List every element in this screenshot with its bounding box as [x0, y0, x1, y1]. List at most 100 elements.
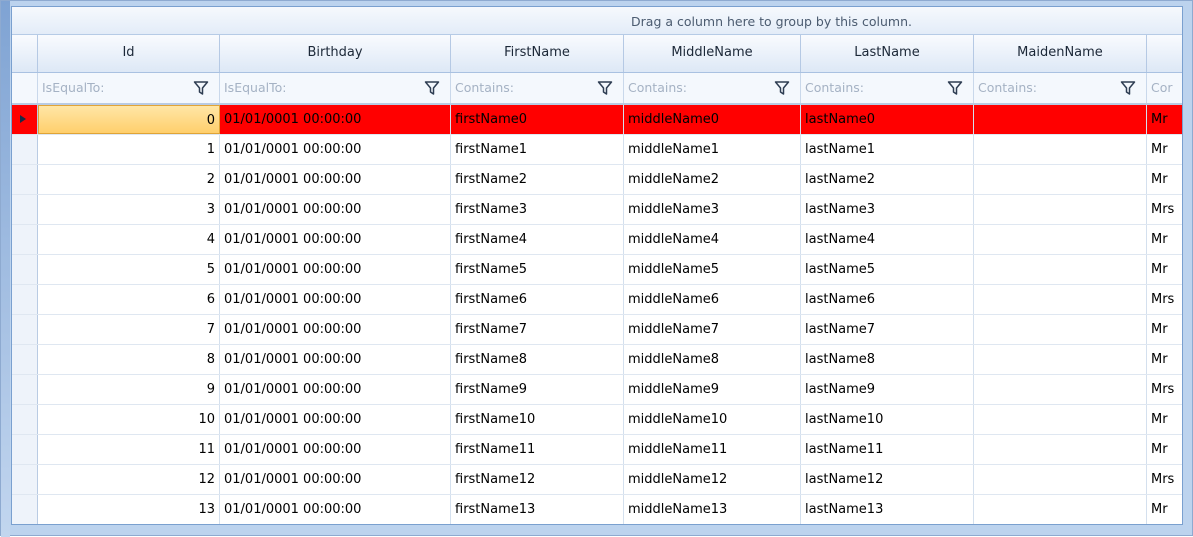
cell-id[interactable]: 12 — [38, 465, 220, 494]
cell-title[interactable]: Mr — [1147, 315, 1182, 344]
cell-id[interactable]: 8 — [38, 345, 220, 374]
cell-title[interactable]: Mr — [1147, 105, 1182, 134]
row-indicator[interactable] — [12, 465, 38, 494]
table-row[interactable]: 4 01/01/0001 00:00:00 firstName4 middleName… — [12, 225, 1182, 255]
cell-birthday[interactable]: 01/01/0001 00:00:00 — [220, 195, 451, 224]
cell-middlename[interactable]: middleName10 — [624, 405, 801, 434]
cell-id[interactable]: 5 — [38, 255, 220, 284]
cell-maidenname[interactable] — [974, 345, 1147, 374]
cell-lastname[interactable]: lastName2 — [801, 165, 974, 194]
cell-maidenname[interactable] — [974, 135, 1147, 164]
cell-lastname[interactable]: lastName7 — [801, 315, 974, 344]
cell-birthday[interactable]: 01/01/0001 00:00:00 — [220, 465, 451, 494]
cell-maidenname[interactable] — [974, 435, 1147, 464]
cell-birthday[interactable]: 01/01/0001 00:00:00 — [220, 285, 451, 314]
cell-firstname[interactable]: firstName5 — [451, 255, 624, 284]
cell-birthday[interactable]: 01/01/0001 00:00:00 — [220, 435, 451, 464]
group-by-panel[interactable]: Drag a column here to group by this colu… — [12, 7, 1182, 35]
cell-firstname[interactable]: firstName7 — [451, 315, 624, 344]
cell-middlename[interactable]: middleName3 — [624, 195, 801, 224]
table-row[interactable]: 0 01/01/0001 00:00:00 firstName0 middleName… — [12, 105, 1182, 135]
table-row[interactable]: 5 01/01/0001 00:00:00 firstName5 middleName… — [12, 255, 1182, 285]
row-indicator[interactable] — [12, 225, 38, 254]
cell-firstname[interactable]: firstName1 — [451, 135, 624, 164]
cell-middlename[interactable]: middleName8 — [624, 345, 801, 374]
cell-birthday[interactable]: 01/01/0001 00:00:00 — [220, 315, 451, 344]
cell-maidenname[interactable] — [974, 225, 1147, 254]
cell-lastname[interactable]: lastName12 — [801, 465, 974, 494]
cell-birthday[interactable]: 01/01/0001 00:00:00 — [220, 375, 451, 404]
cell-maidenname[interactable] — [974, 195, 1147, 224]
cell-id[interactable]: 9 — [38, 375, 220, 404]
cell-firstname[interactable]: firstName2 — [451, 165, 624, 194]
table-row[interactable]: 8 01/01/0001 00:00:00 firstName8 middleName… — [12, 345, 1182, 375]
cell-birthday[interactable]: 01/01/0001 00:00:00 — [220, 405, 451, 434]
table-row[interactable]: 3 01/01/0001 00:00:00 firstName3 middleName… — [12, 195, 1182, 225]
cell-firstname[interactable]: firstName11 — [451, 435, 624, 464]
filter-cell-lastname[interactable]: Contains: — [801, 73, 974, 103]
cell-firstname[interactable]: firstName8 — [451, 345, 624, 374]
filter-funnel-icon[interactable] — [1120, 80, 1136, 96]
cell-title[interactable]: Mrs — [1147, 375, 1182, 404]
row-indicator[interactable] — [12, 105, 38, 134]
row-indicator[interactable] — [12, 495, 38, 524]
cell-title[interactable]: Mr — [1147, 225, 1182, 254]
cell-lastname[interactable]: lastName5 — [801, 255, 974, 284]
cell-lastname[interactable]: lastName3 — [801, 195, 974, 224]
cell-id[interactable]: 11 — [38, 435, 220, 464]
cell-id[interactable]: 10 — [38, 405, 220, 434]
table-row[interactable]: 7 01/01/0001 00:00:00 firstName7 middleName… — [12, 315, 1182, 345]
cell-lastname[interactable]: lastName4 — [801, 225, 974, 254]
cell-birthday[interactable]: 01/01/0001 00:00:00 — [220, 105, 451, 134]
cell-middlename[interactable]: middleName6 — [624, 285, 801, 314]
cell-id[interactable]: 7 — [38, 315, 220, 344]
cell-middlename[interactable]: middleName1 — [624, 135, 801, 164]
filter-cell-title[interactable]: Cor — [1147, 73, 1182, 103]
cell-firstname[interactable]: firstName3 — [451, 195, 624, 224]
table-row[interactable]: 1 01/01/0001 00:00:00 firstName1 middleName… — [12, 135, 1182, 165]
cell-maidenname[interactable] — [974, 465, 1147, 494]
cell-id[interactable]: 2 — [38, 165, 220, 194]
column-header-maidenname[interactable]: MaidenName — [974, 35, 1147, 72]
column-header-title[interactable] — [1147, 35, 1182, 72]
cell-birthday[interactable]: 01/01/0001 00:00:00 — [220, 495, 451, 524]
filter-funnel-icon[interactable] — [424, 80, 440, 96]
cell-firstname[interactable]: firstName12 — [451, 465, 624, 494]
cell-title[interactable]: Mr — [1147, 435, 1182, 464]
row-indicator[interactable] — [12, 405, 38, 434]
row-indicator[interactable] — [12, 375, 38, 404]
cell-birthday[interactable]: 01/01/0001 00:00:00 — [220, 135, 451, 164]
row-indicator[interactable] — [12, 435, 38, 464]
column-header-id[interactable]: Id — [38, 35, 220, 72]
cell-maidenname[interactable] — [974, 255, 1147, 284]
filter-cell-id[interactable]: IsEqualTo: — [38, 73, 220, 103]
row-indicator[interactable] — [12, 255, 38, 284]
cell-maidenname[interactable] — [974, 405, 1147, 434]
cell-lastname[interactable]: lastName11 — [801, 435, 974, 464]
row-indicator[interactable] — [12, 165, 38, 194]
cell-id[interactable]: 4 — [38, 225, 220, 254]
cell-title[interactable]: Mr — [1147, 255, 1182, 284]
cell-id[interactable]: 3 — [38, 195, 220, 224]
cell-middlename[interactable]: middleName11 — [624, 435, 801, 464]
cell-id[interactable]: 6 — [38, 285, 220, 314]
cell-middlename[interactable]: middleName9 — [624, 375, 801, 404]
cell-lastname[interactable]: lastName1 — [801, 135, 974, 164]
filter-funnel-icon[interactable] — [774, 80, 790, 96]
row-indicator[interactable] — [12, 315, 38, 344]
filter-cell-firstname[interactable]: Contains: — [451, 73, 624, 103]
cell-middlename[interactable]: middleName5 — [624, 255, 801, 284]
table-row[interactable]: 9 01/01/0001 00:00:00 firstName9 middleName… — [12, 375, 1182, 405]
table-row[interactable]: 10 01/01/0001 00:00:00 firstName10 middleNa… — [12, 405, 1182, 435]
cell-middlename[interactable]: middleName12 — [624, 465, 801, 494]
cell-title[interactable]: Mrs — [1147, 465, 1182, 494]
filter-cell-middlename[interactable]: Contains: — [624, 73, 801, 103]
cell-middlename[interactable]: middleName7 — [624, 315, 801, 344]
cell-maidenname[interactable] — [974, 495, 1147, 524]
cell-birthday[interactable]: 01/01/0001 00:00:00 — [220, 165, 451, 194]
cell-maidenname[interactable] — [974, 375, 1147, 404]
table-row[interactable]: 13 01/01/0001 00:00:00 firstName13 middleNa… — [12, 495, 1182, 524]
cell-firstname[interactable]: firstName10 — [451, 405, 624, 434]
cell-id[interactable]: 1 — [38, 135, 220, 164]
row-indicator[interactable] — [12, 345, 38, 374]
